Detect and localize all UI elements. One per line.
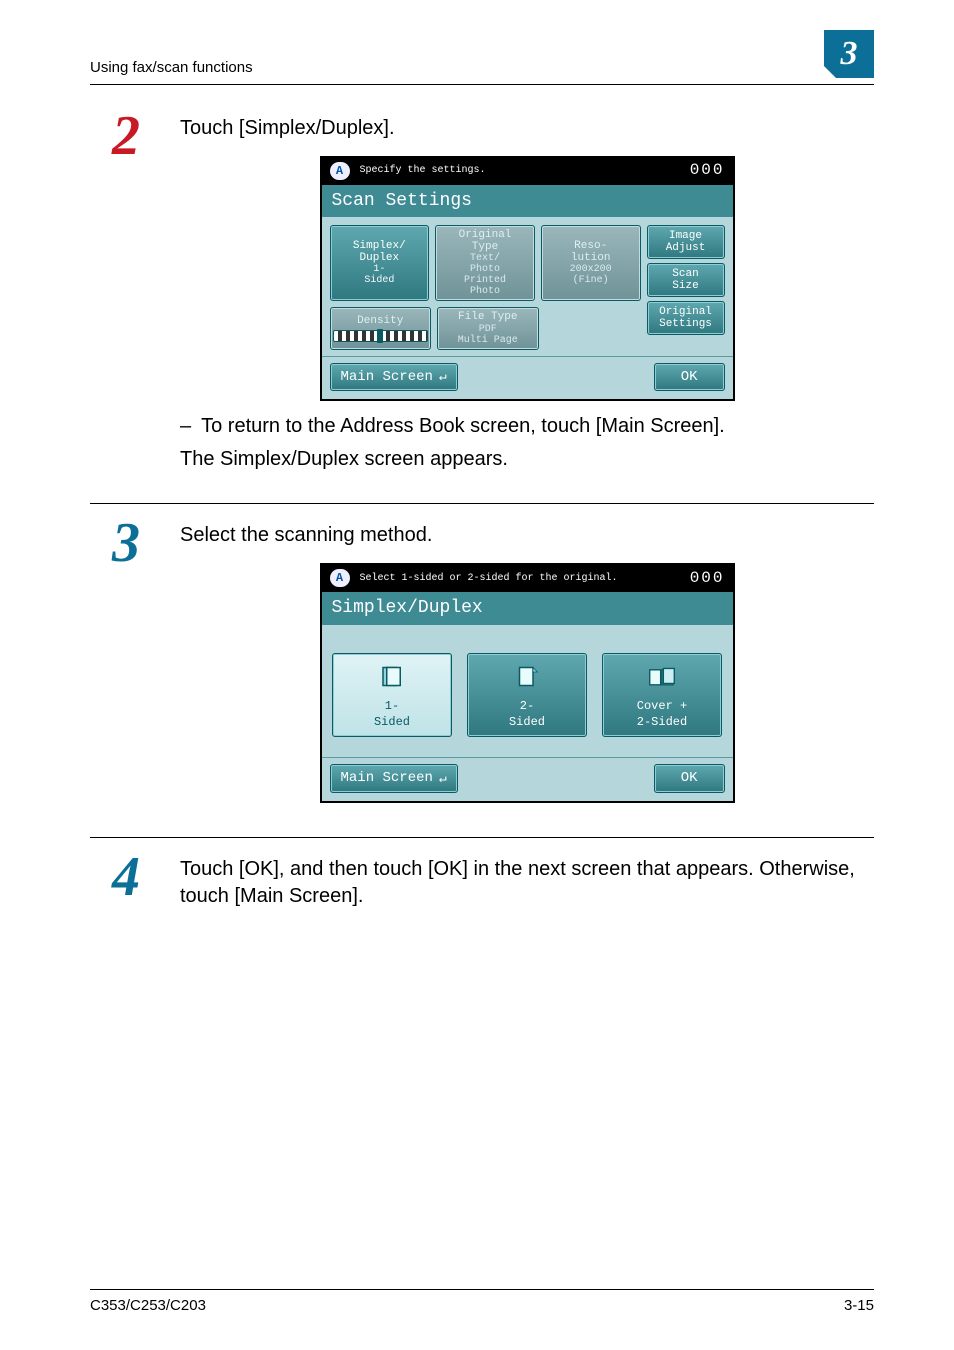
- topbar-message: Specify the settings.: [360, 164, 486, 178]
- device-scan-settings: A Specify the settings. 000 Scan Setting…: [320, 156, 735, 401]
- ok-button[interactable]: OK: [654, 363, 725, 392]
- ok-button[interactable]: OK: [654, 764, 725, 793]
- topbar-message: Select 1-sided or 2-sided for the origin…: [360, 572, 618, 586]
- dash-icon: –: [180, 413, 191, 440]
- original-type-button[interactable]: Original Type Text/ Photo Printed Photo: [435, 225, 535, 301]
- return-arrow-icon: ↵: [439, 368, 447, 386]
- return-arrow-icon: ↵: [439, 770, 447, 788]
- image-adjust-button[interactable]: Image Adjust: [647, 225, 725, 259]
- step-number-2: 2: [90, 111, 140, 161]
- density-button[interactable]: Density: [330, 307, 432, 349]
- file-type-button[interactable]: File Type PDF Multi Page: [437, 307, 539, 349]
- simplex-duplex-button[interactable]: Simplex/ Duplex 1- Sided: [330, 225, 430, 301]
- footer-page-number: 3-15: [844, 1296, 874, 1316]
- density-bar-icon: [333, 330, 429, 342]
- device-simplex-duplex: A Select 1-sided or 2-sided for the orig…: [320, 563, 735, 803]
- copy-count: 000: [690, 160, 725, 182]
- step-2-instruction: Touch [Simplex/Duplex].: [180, 115, 874, 142]
- chapter-badge: 3: [824, 30, 874, 78]
- step-2-followup: The Simplex/Duplex screen appears.: [180, 446, 874, 473]
- option-2-sided[interactable]: 2- Sided: [467, 653, 587, 737]
- step-3-instruction: Select the scanning method.: [180, 522, 874, 549]
- footer-model: C353/C253/C203: [90, 1296, 206, 1316]
- main-screen-button[interactable]: Main Screen ↵: [330, 764, 458, 793]
- original-settings-button[interactable]: Original Settings: [647, 301, 725, 335]
- step-number-3: 3: [90, 518, 140, 568]
- status-icon: A: [330, 569, 350, 587]
- resolution-button[interactable]: Reso- lution 200x200 (Fine): [541, 225, 641, 301]
- step-number-4: 4: [90, 852, 140, 902]
- running-title: Using fax/scan functions: [90, 58, 253, 78]
- copy-count: 000: [690, 568, 725, 590]
- step-2-note: To return to the Address Book screen, to…: [201, 413, 725, 440]
- duplex-page-icon: [512, 664, 542, 692]
- status-icon: A: [330, 162, 350, 180]
- step-4-instruction: Touch [OK], and then touch [OK] in the n…: [180, 856, 874, 910]
- cover-pages-icon: [647, 664, 677, 692]
- single-page-icon: [377, 664, 407, 692]
- scan-size-button[interactable]: Scan Size: [647, 263, 725, 297]
- screen-title: Simplex/Duplex: [322, 591, 733, 624]
- option-1-sided[interactable]: 1- Sided: [332, 653, 452, 737]
- main-screen-button[interactable]: Main Screen ↵: [330, 363, 458, 392]
- screen-title: Scan Settings: [322, 184, 733, 217]
- option-cover-2-sided[interactable]: Cover + 2-Sided: [602, 653, 722, 737]
